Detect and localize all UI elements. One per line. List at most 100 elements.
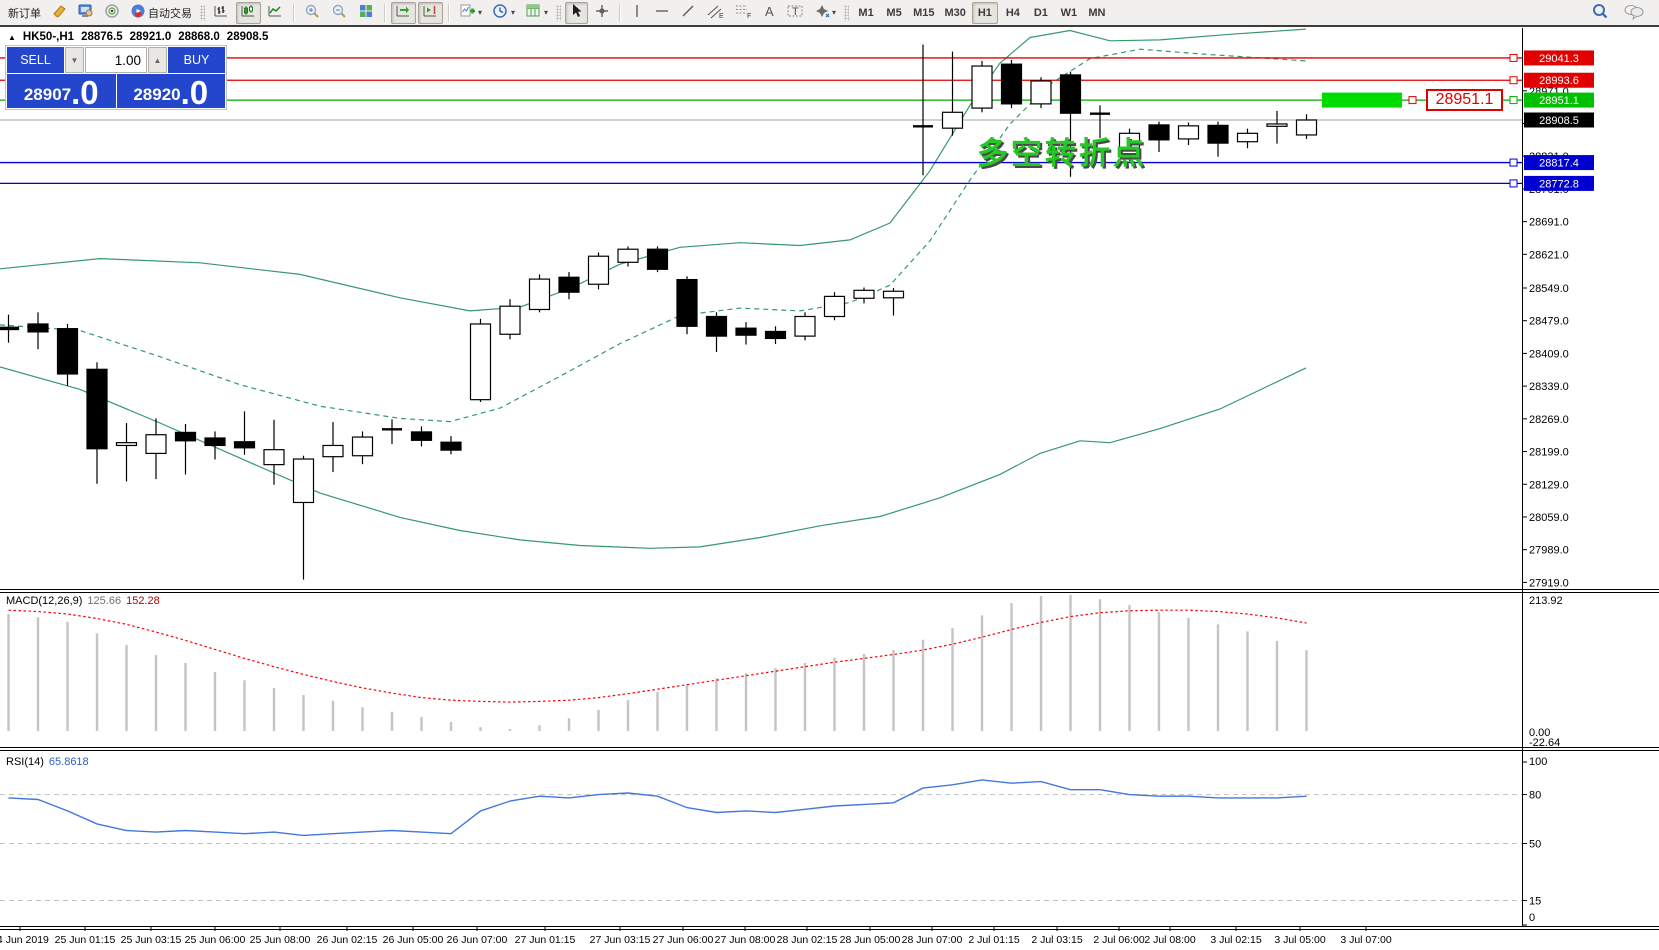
crosshair-button[interactable] [590,2,614,24]
candle-body [825,296,845,316]
price-tick-label: 28409.0 [1529,348,1569,360]
trendline-icon [680,3,696,22]
period-clock-icon [492,3,509,23]
text-label-button[interactable]: T [782,2,808,24]
candle-body [235,442,255,448]
toolbar-drag-handle[interactable] [844,5,849,21]
candle-body [943,112,963,128]
signals-button[interactable] [100,2,124,24]
zoom-out-button[interactable] [327,2,352,24]
candle-body [854,290,874,298]
timeframe-d1[interactable]: D1 [1028,2,1054,24]
chat-button[interactable] [1619,2,1649,24]
macd-signal-line [9,610,1307,702]
price-tick-label: 28059.0 [1529,512,1569,524]
level-anchor-square[interactable] [1510,97,1517,104]
signal-icon [104,3,120,22]
sell-price-main: 28907 [24,86,71,103]
time-axis-label: 25 Jun 03:15 [121,934,182,946]
callout-anchor-square[interactable] [1409,97,1416,104]
vertical-line-button[interactable] [626,2,648,24]
macd-axis-min: -22.64 [1529,737,1560,749]
text-button[interactable]: A [758,2,780,24]
highlight-rectangle[interactable] [1322,93,1402,108]
time-axis-label: 26 Jun 07:00 [447,934,508,946]
time-axis-label: 2 Jul 06:00 [1093,934,1145,946]
gold-horn-icon [51,3,67,22]
level-anchor-square[interactable] [1510,159,1517,166]
candle-body [1179,126,1199,139]
zoom-out-icon [331,3,348,23]
trendline-button[interactable] [676,2,700,24]
buy-button[interactable]: BUY [168,47,225,73]
timeframe-m15[interactable]: M15 [909,2,938,24]
bar-chart-icon [213,3,230,22]
level-anchor-square[interactable] [1510,54,1517,61]
toolbar-drag-handle[interactable] [200,5,205,21]
level-anchor-square[interactable] [1510,180,1517,187]
line-chart-button[interactable] [263,2,288,24]
candle-body [87,369,107,448]
rsi-axis-label: 50 [1529,839,1541,851]
high-value: 28921.0 [130,31,172,43]
candle-body [353,437,373,456]
fibonacci-icon: F [734,3,752,22]
chart-shift-button[interactable] [418,2,443,24]
channel-button[interactable]: E [702,2,728,24]
volume-decrease-button[interactable]: ▼ [65,47,84,73]
candle-body [1149,125,1169,140]
toolbar-drag-handle[interactable] [556,5,561,21]
chart-annotation-text[interactable]: 多空转折点 [977,128,1147,173]
timeframe-w1[interactable]: W1 [1056,2,1082,24]
horizontal-line-button[interactable] [650,2,674,24]
macd-main-value: 125.66 [87,595,121,607]
journal-button[interactable] [47,2,71,24]
zoom-in-button[interactable] [300,2,325,24]
fibonacci-button[interactable]: F [730,2,756,24]
timeframe-m1[interactable]: M1 [853,2,879,24]
volume-increase-button[interactable]: ▲ [148,47,167,73]
volume-input[interactable] [85,47,147,73]
cursor-button[interactable] [565,2,588,24]
collapse-triangle-icon[interactable]: ▲ [8,33,16,42]
candle-body [884,291,904,298]
candle-body [205,438,225,445]
candle-body [412,432,432,440]
candle-body [1208,125,1228,143]
search-button[interactable] [1587,2,1613,24]
periods-button[interactable]: ▾ [488,2,519,24]
candle-body [648,249,668,269]
autotrading-button[interactable]: 自动交易 [126,2,196,24]
new-order-button[interactable]: 新订单 [4,2,45,24]
timeframe-h1[interactable]: H1 [972,2,998,24]
sell-price-box[interactable]: 28907 .0 [7,74,116,108]
timeframe-mn[interactable]: MN [1084,2,1110,24]
rsi-axis-label: 0 [1529,912,1535,924]
new-order-label: 新订单 [8,5,41,21]
auto-scroll-icon [395,3,412,22]
horizontal-line-icon [654,3,670,22]
timeframe-m5[interactable]: M5 [881,2,907,24]
terminal-button[interactable] [73,2,98,24]
arrows-button[interactable]: ▾ [810,2,840,24]
candle-body [559,277,579,292]
level-anchor-square[interactable] [1510,77,1517,84]
buy-price-box[interactable]: 28920 .0 [117,74,226,108]
timeframe-h4[interactable]: H4 [1000,2,1026,24]
templates-button[interactable]: ▾ [521,2,552,24]
macd-axis-max: 213.92 [1529,595,1563,607]
timeframe-m30[interactable]: M30 [940,2,969,24]
price-callout-label[interactable]: 28951.1 [1426,89,1503,111]
bar-chart-button[interactable] [209,2,234,24]
candle-body [972,66,992,108]
rsi-value: 65.8618 [49,756,89,768]
candle-body [441,442,461,450]
candle-body [1267,124,1287,126]
add-indicator-button[interactable]: ▾ [455,2,486,24]
sell-button[interactable]: SELL [7,47,64,73]
price-tick-label: 28621.0 [1529,249,1569,261]
price-tick-label: 27919.0 [1529,577,1569,589]
candlestick-chart-button[interactable] [236,2,261,24]
tile-windows-button[interactable] [354,2,379,24]
auto-scroll-button[interactable] [391,2,416,24]
